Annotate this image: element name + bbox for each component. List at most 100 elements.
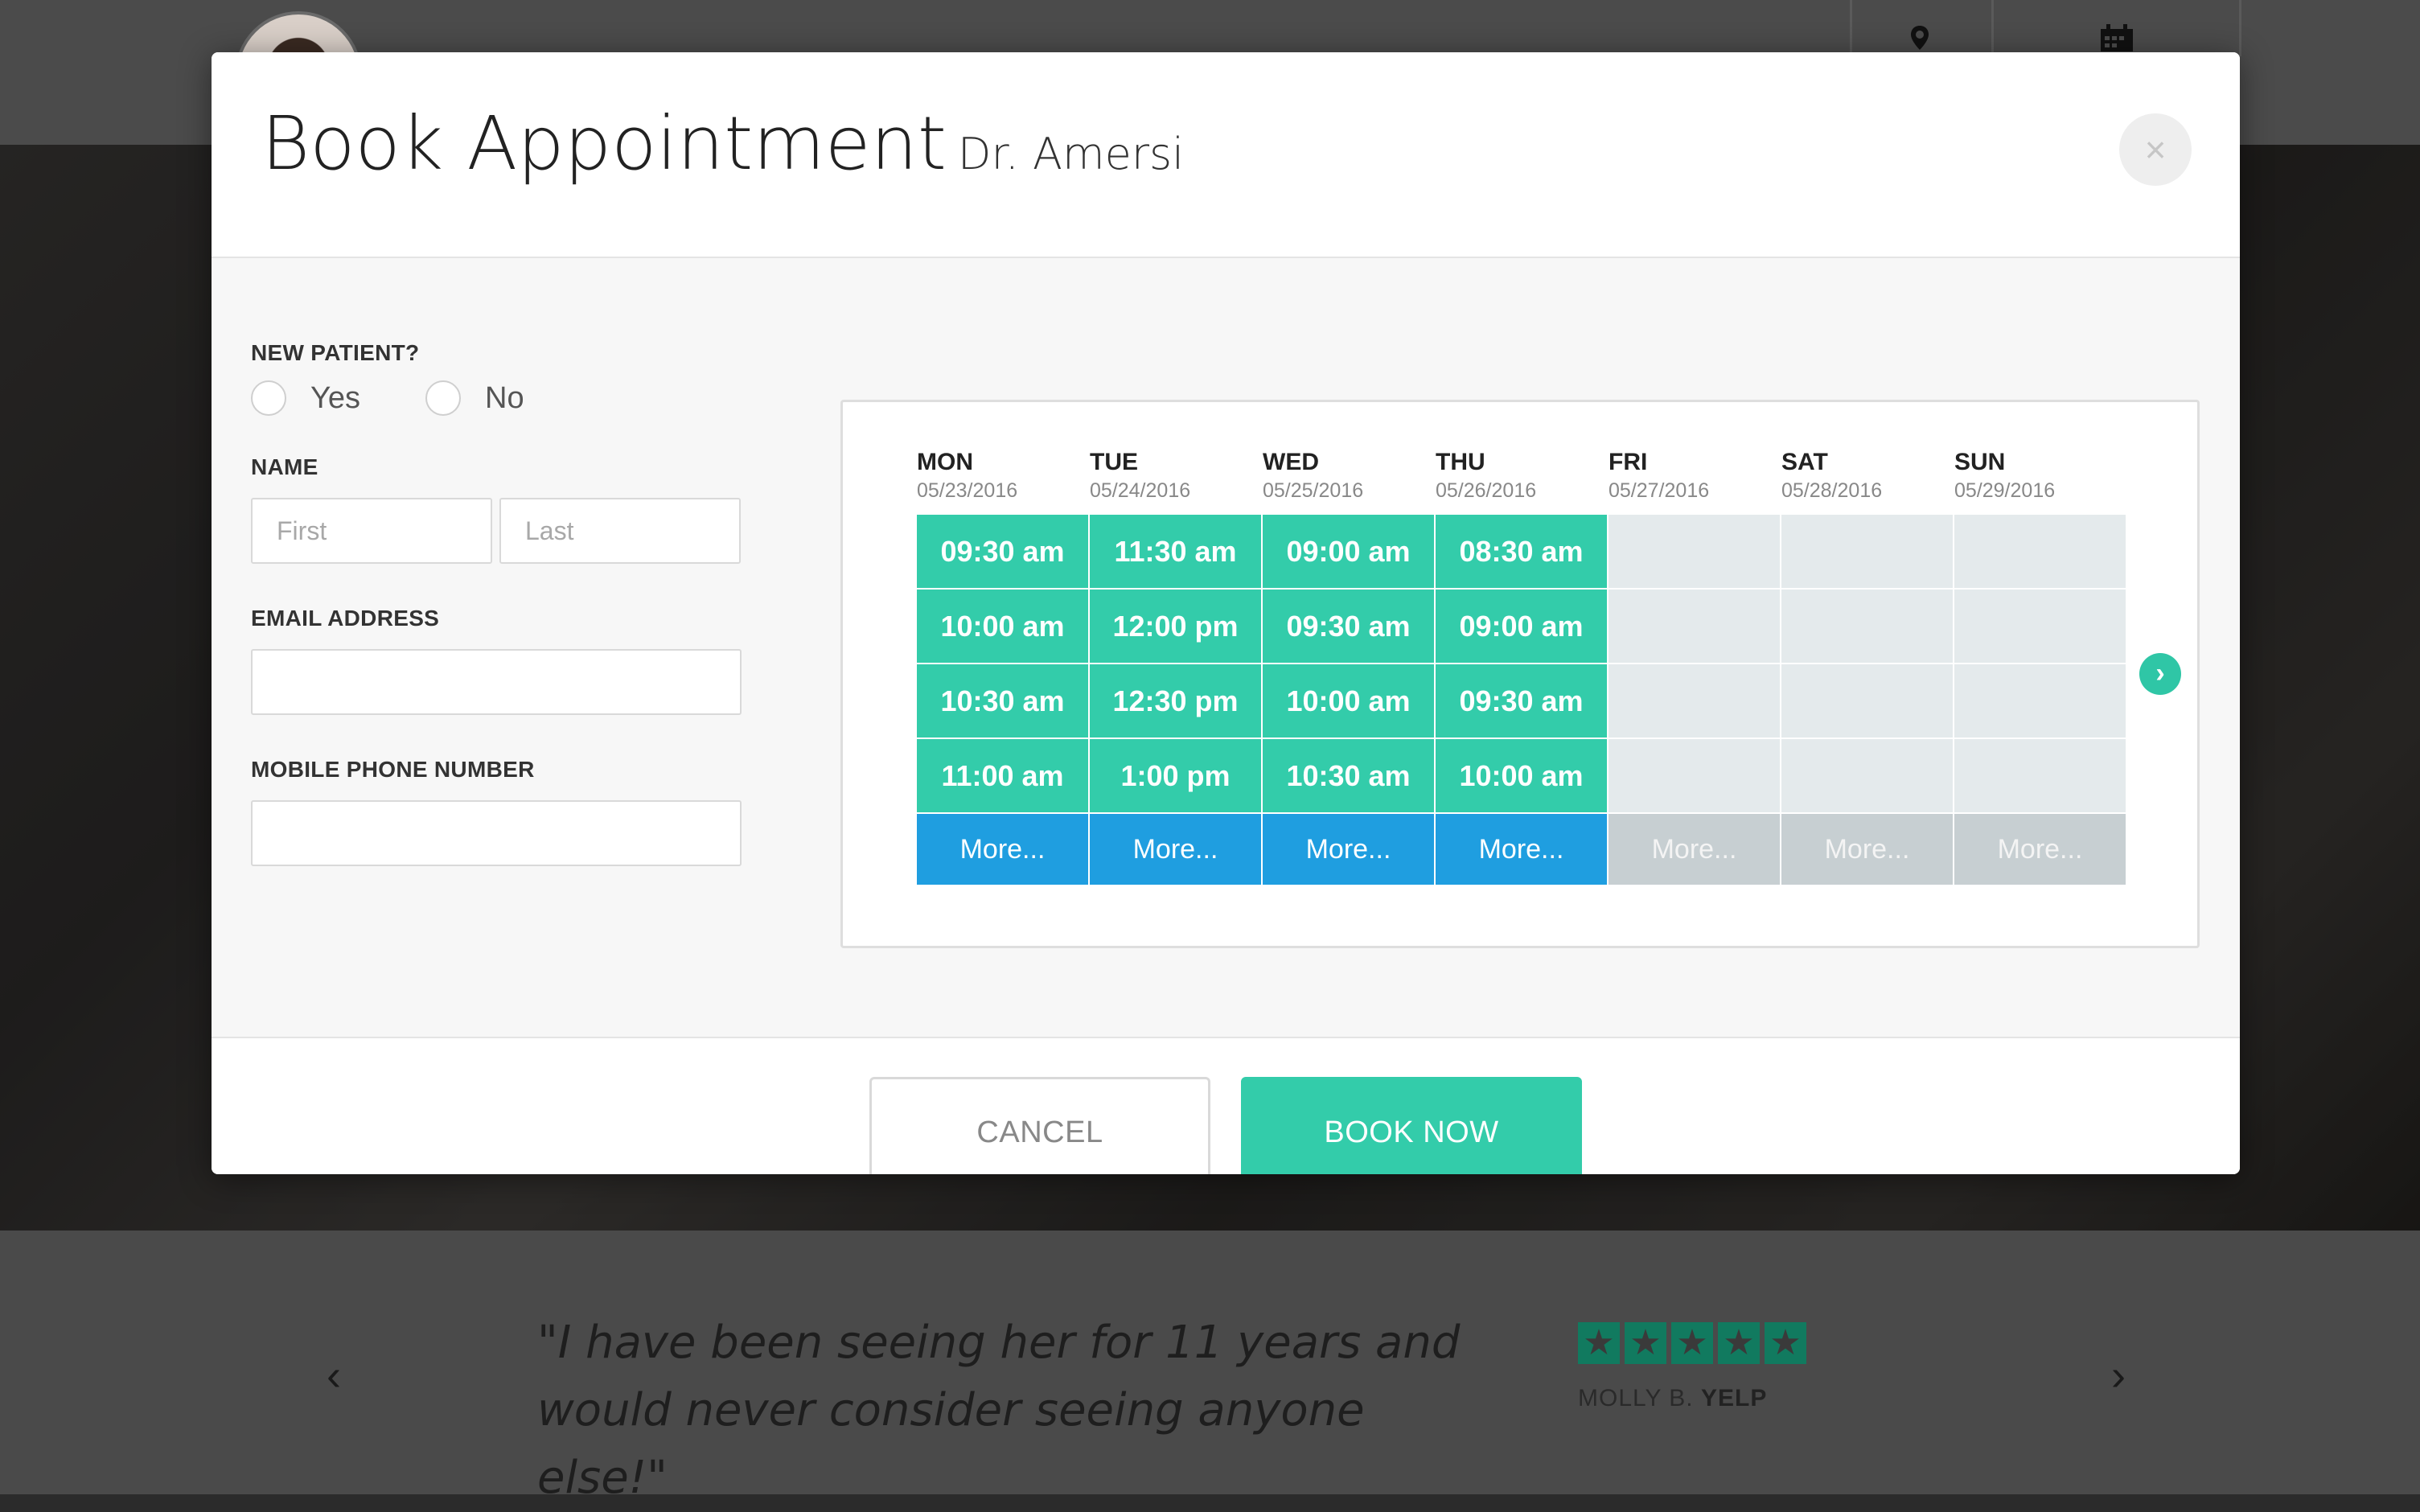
time-slot-button[interactable]: 08:30 am (1436, 515, 1607, 588)
time-slot-button[interactable]: 09:30 am (1436, 664, 1607, 738)
empty-slot (1609, 739, 1780, 812)
phone-input[interactable] (251, 800, 742, 866)
testimonial-quote: "I have been seeing her for 11 years and… (537, 1317, 1461, 1504)
day-column-fri: FRI 05/27/2016 More... (1609, 449, 1780, 885)
time-slot-button[interactable]: 10:30 am (917, 664, 1088, 738)
radio-label-yes: Yes (310, 380, 360, 415)
time-slot-list: 11:30 am 12:00 pm 12:30 pm 1:00 pm (1090, 515, 1261, 814)
modal-body: NEW PATIENT? Yes No NAME EMAIL ADDRESS M… (212, 258, 2240, 1037)
day-date: 05/28/2016 (1781, 479, 1883, 502)
new-patient-no-radio[interactable]: No (425, 380, 524, 416)
book-appointment-modal: Book Appointment Dr. Amersi × NEW PATIENT… (212, 52, 2240, 1174)
modal-header: Book Appointment Dr. Amersi × (212, 52, 2240, 258)
more-times-button[interactable]: More... (1436, 814, 1607, 885)
star-icon: ★ (1718, 1322, 1760, 1364)
day-column-sat: SAT 05/28/2016 More... (1781, 449, 1953, 885)
availability-calendar: MON 05/23/2016 09:30 am 10:00 am 10:30 am 11:… (840, 400, 2200, 948)
empty-slot (1954, 739, 2126, 812)
day-name: WED (1263, 449, 1319, 475)
time-slot-button[interactable]: 10:00 am (1263, 664, 1434, 738)
calendar-icon[interactable] (2099, 24, 2134, 51)
time-slot-button[interactable]: 1:00 pm (1090, 739, 1261, 812)
star-icon: ★ (1671, 1322, 1713, 1364)
day-date: 05/26/2016 (1436, 479, 1537, 502)
time-slot-list: 09:00 am 09:30 am 10:00 am 10:30 am (1263, 515, 1434, 814)
email-label: EMAIL ADDRESS (251, 606, 440, 631)
modal-title: Book Appointment Dr. Amersi (261, 101, 1184, 187)
time-slot-button[interactable]: 11:00 am (917, 739, 1088, 812)
time-slot-list (1609, 515, 1780, 814)
star-icon: ★ (1625, 1322, 1666, 1364)
time-slot-button[interactable]: 10:30 am (1263, 739, 1434, 812)
more-times-button: More... (1954, 814, 2126, 885)
header-divider (1991, 0, 1994, 56)
reviewer-name: MOLLY B. (1578, 1385, 1694, 1411)
testimonial-prev-arrow[interactable]: ‹ (310, 1351, 358, 1399)
day-name: SAT (1781, 449, 1828, 475)
email-input[interactable] (251, 649, 742, 715)
more-times-button[interactable]: More... (917, 814, 1088, 885)
phone-label: MOBILE PHONE NUMBER (251, 757, 535, 782)
empty-slot (1781, 664, 1953, 738)
day-date: 05/24/2016 (1090, 479, 1191, 502)
testimonial-next-arrow[interactable]: › (2094, 1351, 2143, 1399)
day-column-mon: MON 05/23/2016 09:30 am 10:00 am 10:30 am 11:… (917, 449, 1088, 885)
new-patient-yes-radio[interactable]: Yes (251, 380, 360, 416)
more-times-button: More... (1609, 814, 1780, 885)
header-divider (2239, 0, 2241, 56)
last-name-input[interactable] (499, 498, 741, 564)
day-date: 05/23/2016 (917, 479, 1018, 502)
day-name: MON (917, 449, 973, 475)
time-slot-button[interactable]: 09:00 am (1436, 590, 1607, 663)
day-name: TUE (1090, 449, 1138, 475)
time-slot-button[interactable]: 09:00 am (1263, 515, 1434, 588)
time-slot-button[interactable]: 10:00 am (1436, 739, 1607, 812)
new-patient-label: NEW PATIENT? (251, 340, 420, 365)
day-date: 05/29/2016 (1954, 479, 2056, 502)
empty-slot (1781, 590, 1953, 663)
time-slot-list (1954, 515, 2126, 814)
day-date: 05/27/2016 (1609, 479, 1710, 502)
empty-slot (1781, 739, 1953, 812)
day-column-wed: WED 05/25/2016 09:00 am 09:30 am 10:00 am 10:… (1263, 449, 1434, 885)
empty-slot (1609, 590, 1780, 663)
star-icon: ★ (1765, 1322, 1806, 1364)
more-times-button[interactable]: More... (1090, 814, 1261, 885)
radio-circle[interactable] (251, 380, 286, 416)
close-button[interactable]: × (2119, 113, 2192, 186)
time-slot-list (1781, 515, 1953, 814)
time-slot-button[interactable]: 10:00 am (917, 590, 1088, 663)
time-slot-button[interactable]: 12:00 pm (1090, 590, 1261, 663)
more-times-button[interactable]: More... (1263, 814, 1434, 885)
reviewer-source: YELP (1700, 1385, 1768, 1411)
day-date: 05/25/2016 (1263, 479, 1364, 502)
radio-circle[interactable] (425, 380, 461, 416)
empty-slot (1954, 590, 2126, 663)
time-slot-button[interactable]: 11:30 am (1090, 515, 1261, 588)
book-now-button[interactable]: BOOK NOW (1241, 1077, 1582, 1174)
day-name: FRI (1609, 449, 1648, 475)
day-column-sun: SUN 05/29/2016 More... (1954, 449, 2126, 885)
day-name: SUN (1954, 449, 2006, 475)
reviewer-credit: MOLLY B. YELP (1578, 1385, 1767, 1412)
rating-stars: ★ ★ ★ ★ ★ (1578, 1322, 1806, 1364)
time-slot-button[interactable]: 09:30 am (917, 515, 1088, 588)
more-times-button: More... (1781, 814, 1953, 885)
modal-footer: CANCEL BOOK NOW (212, 1037, 2240, 1174)
map-pin-icon[interactable] (1906, 24, 1933, 51)
day-column-thu: THU 05/26/2016 08:30 am 09:00 am 09:30 am 10:… (1436, 449, 1607, 885)
name-label: NAME (251, 454, 318, 479)
time-slot-list: 08:30 am 09:00 am 09:30 am 10:00 am (1436, 515, 1607, 814)
time-slot-button[interactable]: 12:30 pm (1090, 664, 1261, 738)
doctor-name: Dr. Amersi (957, 129, 1185, 179)
cancel-button[interactable]: CANCEL (869, 1077, 1210, 1174)
day-name: THU (1436, 449, 1485, 475)
time-slot-button[interactable]: 09:30 am (1263, 590, 1434, 663)
next-week-chevron-icon[interactable]: › (2139, 653, 2181, 695)
time-slot-list: 09:30 am 10:00 am 10:30 am 11:00 am (917, 515, 1088, 814)
first-name-input[interactable] (251, 498, 492, 564)
radio-label-no: No (485, 380, 524, 415)
modal-title-text: Book Appointment (261, 101, 947, 187)
empty-slot (1954, 515, 2126, 588)
day-column-tue: TUE 05/24/2016 11:30 am 12:00 pm 12:30 pm 1:0… (1090, 449, 1261, 885)
